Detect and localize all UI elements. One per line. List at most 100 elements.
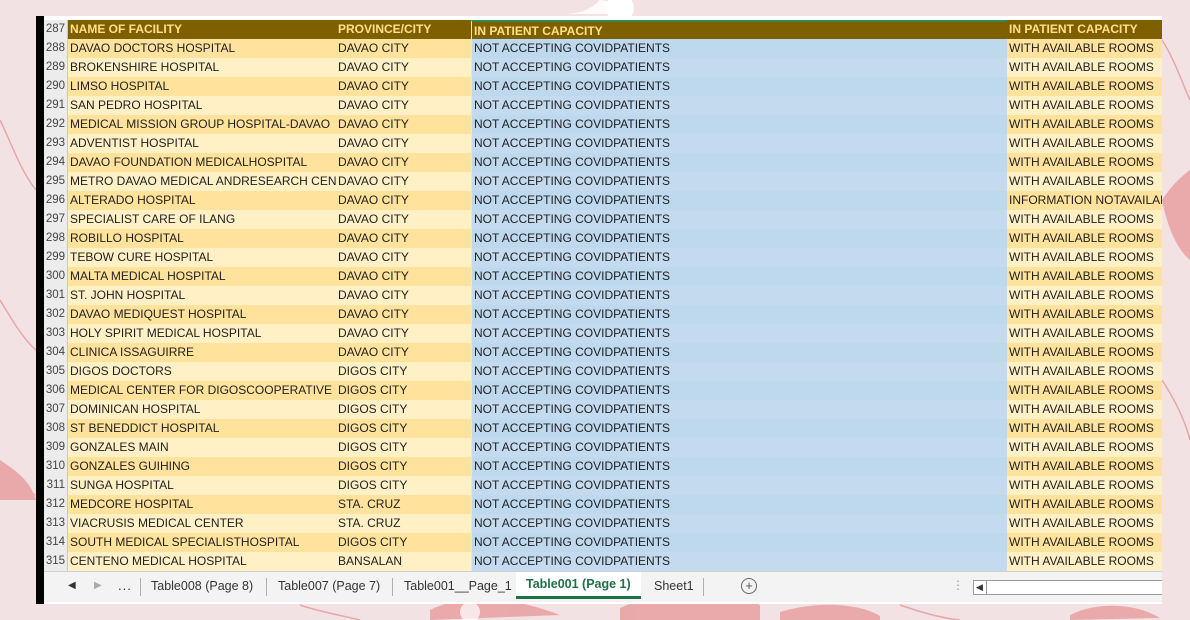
availability-cell[interactable]: INFORMATION NOTAVAILABLE: [1007, 191, 1162, 210]
row-number[interactable]: 311: [44, 476, 68, 495]
capacity-cell[interactable]: NOT ACCEPTING COVIDPATIENTS: [471, 96, 1007, 115]
row-number[interactable]: 287: [44, 20, 68, 39]
horizontal-scrollbar[interactable]: ◀: [973, 580, 1162, 595]
availability-cell[interactable]: WITH AVAILABLE ROOMS: [1007, 229, 1162, 248]
row-number[interactable]: 302: [44, 305, 68, 324]
facility-name-cell[interactable]: DOMINICAN HOSPITAL: [68, 400, 336, 419]
capacity-cell[interactable]: NOT ACCEPTING COVIDPATIENTS: [471, 533, 1007, 552]
province-cell[interactable]: DIGOS CITY: [336, 362, 471, 381]
tab-sheet1[interactable]: Sheet1: [654, 579, 694, 593]
availability-cell[interactable]: WITH AVAILABLE ROOMS: [1007, 362, 1162, 381]
province-cell[interactable]: STA. CRUZ: [336, 514, 471, 533]
province-cell[interactable]: DAVAO CITY: [336, 343, 471, 362]
row-number[interactable]: 313: [44, 514, 68, 533]
row-number[interactable]: 291: [44, 96, 68, 115]
capacity-cell[interactable]: NOT ACCEPTING COVIDPATIENTS: [471, 153, 1007, 172]
availability-cell[interactable]: WITH AVAILABLE ROOMS: [1007, 153, 1162, 172]
facility-name-cell[interactable]: DAVAO FOUNDATION MEDICALHOSPITAL: [68, 153, 336, 172]
tab-table007[interactable]: Table007 (Page 7): [278, 579, 380, 593]
capacity-cell[interactable]: NOT ACCEPTING COVIDPATIENTS: [471, 229, 1007, 248]
availability-cell[interactable]: WITH AVAILABLE ROOMS: [1007, 533, 1162, 552]
row-number[interactable]: 290: [44, 77, 68, 96]
tab-table008[interactable]: Table008 (Page 8): [151, 579, 253, 593]
add-sheet-icon[interactable]: +: [741, 578, 757, 594]
facility-name-cell[interactable]: SAN PEDRO HOSPITAL: [68, 96, 336, 115]
row-number[interactable]: 303: [44, 324, 68, 343]
province-cell[interactable]: DIGOS CITY: [336, 438, 471, 457]
province-cell[interactable]: DAVAO CITY: [336, 39, 471, 58]
facility-name-cell[interactable]: DAVAO MEDIQUEST HOSPITAL: [68, 305, 336, 324]
capacity-cell[interactable]: NOT ACCEPTING COVIDPATIENTS: [471, 248, 1007, 267]
row-number[interactable]: 299: [44, 248, 68, 267]
availability-cell[interactable]: WITH AVAILABLE ROOMS: [1007, 419, 1162, 438]
row-number[interactable]: 315: [44, 552, 68, 571]
row-number[interactable]: 297: [44, 210, 68, 229]
row-number[interactable]: 307: [44, 400, 68, 419]
availability-cell[interactable]: WITH AVAILABLE ROOMS: [1007, 381, 1162, 400]
availability-cell[interactable]: WITH AVAILABLE ROOMS: [1007, 39, 1162, 58]
facility-name-cell[interactable]: MALTA MEDICAL HOSPITAL: [68, 267, 336, 286]
province-cell[interactable]: DAVAO CITY: [336, 96, 471, 115]
province-cell[interactable]: DAVAO CITY: [336, 267, 471, 286]
province-cell[interactable]: DIGOS CITY: [336, 476, 471, 495]
capacity-cell[interactable]: NOT ACCEPTING COVIDPATIENTS: [471, 58, 1007, 77]
province-cell[interactable]: DAVAO CITY: [336, 210, 471, 229]
facility-name-cell[interactable]: HOLY SPIRIT MEDICAL HOSPITAL: [68, 324, 336, 343]
availability-cell[interactable]: WITH AVAILABLE ROOMS: [1007, 248, 1162, 267]
province-cell[interactable]: DAVAO CITY: [336, 58, 471, 77]
facility-name-cell[interactable]: ALTERADO HOSPITAL: [68, 191, 336, 210]
facility-name-cell[interactable]: BROKENSHIRE HOSPITAL: [68, 58, 336, 77]
capacity-cell[interactable]: NOT ACCEPTING COVIDPATIENTS: [471, 343, 1007, 362]
capacity-cell[interactable]: NOT ACCEPTING COVIDPATIENTS: [471, 324, 1007, 343]
row-number[interactable]: 306: [44, 381, 68, 400]
availability-cell[interactable]: WITH AVAILABLE ROOMS: [1007, 476, 1162, 495]
scroll-tabs-left-icon[interactable]: ◀: [68, 580, 76, 591]
availability-cell[interactable]: WITH AVAILABLE ROOMS: [1007, 172, 1162, 191]
capacity-cell[interactable]: NOT ACCEPTING COVIDPATIENTS: [471, 115, 1007, 134]
capacity-cell[interactable]: NOT ACCEPTING COVIDPATIENTS: [471, 438, 1007, 457]
row-number[interactable]: 300: [44, 267, 68, 286]
capacity-cell[interactable]: NOT ACCEPTING COVIDPATIENTS: [471, 362, 1007, 381]
province-cell[interactable]: DAVAO CITY: [336, 229, 471, 248]
facility-name-cell[interactable]: CLINICA ISSAGUIRRE: [68, 343, 336, 362]
row-number[interactable]: 295: [44, 172, 68, 191]
province-cell[interactable]: DAVAO CITY: [336, 77, 471, 96]
capacity-cell[interactable]: NOT ACCEPTING COVIDPATIENTS: [471, 514, 1007, 533]
availability-cell[interactable]: WITH AVAILABLE ROOMS: [1007, 134, 1162, 153]
province-cell[interactable]: DAVAO CITY: [336, 153, 471, 172]
availability-cell[interactable]: WITH AVAILABLE ROOMS: [1007, 305, 1162, 324]
capacity-cell[interactable]: NOT ACCEPTING COVIDPATIENTS: [471, 419, 1007, 438]
row-number[interactable]: 293: [44, 134, 68, 153]
row-number[interactable]: 298: [44, 229, 68, 248]
province-cell[interactable]: DAVAO CITY: [336, 191, 471, 210]
facility-name-cell[interactable]: METRO DAVAO MEDICAL ANDRESEARCH CENTER: [68, 172, 336, 191]
province-cell[interactable]: DIGOS CITY: [336, 419, 471, 438]
province-cell[interactable]: DIGOS CITY: [336, 533, 471, 552]
province-cell[interactable]: DAVAO CITY: [336, 324, 471, 343]
row-number[interactable]: 296: [44, 191, 68, 210]
capacity-cell[interactable]: NOT ACCEPTING COVIDPATIENTS: [471, 457, 1007, 476]
availability-cell[interactable]: WITH AVAILABLE ROOMS: [1007, 115, 1162, 134]
availability-cell[interactable]: WITH AVAILABLE ROOMS: [1007, 77, 1162, 96]
province-cell[interactable]: DIGOS CITY: [336, 381, 471, 400]
capacity-cell[interactable]: NOT ACCEPTING COVIDPATIENTS: [471, 305, 1007, 324]
facility-name-cell[interactable]: ST BENEDDICT HOSPITAL: [68, 419, 336, 438]
capacity-cell[interactable]: NOT ACCEPTING COVIDPATIENTS: [471, 381, 1007, 400]
availability-cell[interactable]: WITH AVAILABLE ROOMS: [1007, 457, 1162, 476]
row-number[interactable]: 308: [44, 419, 68, 438]
availability-cell[interactable]: WITH AVAILABLE ROOMS: [1007, 210, 1162, 229]
facility-name-cell[interactable]: ADVENTIST HOSPITAL: [68, 134, 336, 153]
scrollbar-thumb[interactable]: [986, 581, 987, 594]
facility-name-cell[interactable]: ROBILLO HOSPITAL: [68, 229, 336, 248]
column-header-capacity[interactable]: IN PATIENT CAPACITY: [471, 20, 1007, 39]
scroll-tabs-right-icon[interactable]: ▶: [94, 580, 102, 591]
province-cell[interactable]: DAVAO CITY: [336, 115, 471, 134]
availability-cell[interactable]: WITH AVAILABLE ROOMS: [1007, 58, 1162, 77]
facility-name-cell[interactable]: GONZALES MAIN: [68, 438, 336, 457]
province-cell[interactable]: DAVAO CITY: [336, 248, 471, 267]
facility-name-cell[interactable]: ST. JOHN HOSPITAL: [68, 286, 336, 305]
row-number[interactable]: 314: [44, 533, 68, 552]
tab-split-handle-icon[interactable]: ⋮: [952, 578, 964, 592]
capacity-cell[interactable]: NOT ACCEPTING COVIDPATIENTS: [471, 495, 1007, 514]
province-cell[interactable]: DIGOS CITY: [336, 457, 471, 476]
